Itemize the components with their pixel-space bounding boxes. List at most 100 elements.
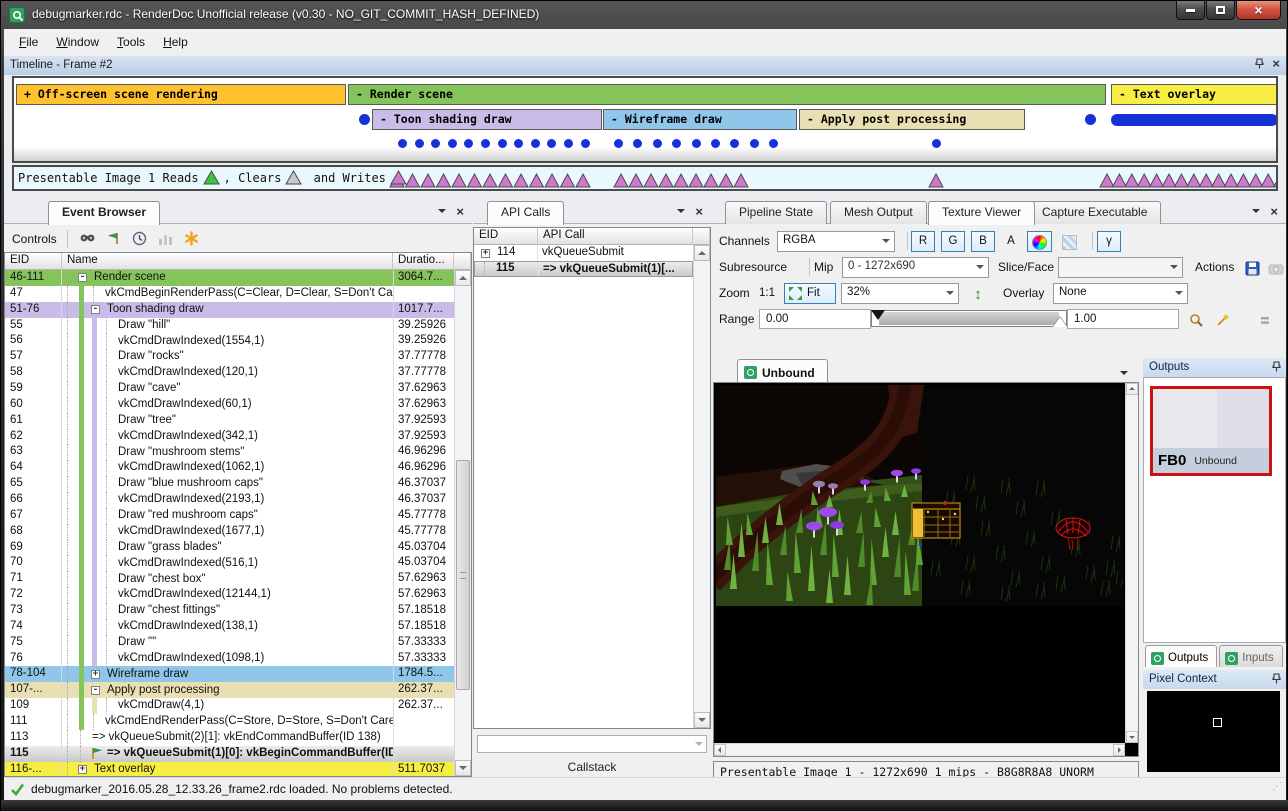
panel-menu-icon[interactable] <box>438 209 446 217</box>
save-icon[interactable] <box>1241 258 1263 278</box>
event-row[interactable]: 72vkCmdDrawIndexed(12144,1)57.62963 <box>5 587 454 603</box>
col-eid[interactable]: EID <box>5 253 62 270</box>
col-api-eid[interactable]: EID <box>474 228 538 245</box>
tab-event-browser[interactable]: Event Browser <box>48 201 160 225</box>
zoom-select[interactable]: 32% <box>841 283 959 304</box>
menu-file[interactable]: File <box>10 32 47 52</box>
col-api-call[interactable]: API Call <box>538 228 693 245</box>
pin-icon[interactable] <box>1272 361 1281 372</box>
pixel-context-view[interactable] <box>1147 691 1280 772</box>
event-row[interactable]: 58vkCmdDrawIndexed(120,1)37.77778 <box>5 365 454 381</box>
range-options-icon[interactable] <box>1254 310 1276 330</box>
col-name[interactable]: Name <box>62 253 393 270</box>
pin-icon[interactable] <box>1255 58 1264 69</box>
panel-menu-icon[interactable] <box>1252 209 1260 217</box>
event-row[interactable]: 64vkCmdDrawIndexed(1062,1)46.96296 <box>5 460 454 476</box>
channel-red-button[interactable]: R <box>911 231 935 252</box>
collapse-icon[interactable]: - <box>78 273 87 282</box>
find-event-icon[interactable] <box>78 230 98 248</box>
overlay-select[interactable]: None <box>1053 283 1188 304</box>
flip-y-icon[interactable]: ↕ <box>967 284 989 304</box>
col-duration[interactable]: Duratio... <box>393 253 454 270</box>
time-durations-icon[interactable] <box>130 230 150 248</box>
api-call-row[interactable]: +114vkQueueSubmit <box>474 245 693 261</box>
event-row[interactable]: 113=> vkQueueSubmit(2)[1]: vkEndCommandB… <box>5 730 454 746</box>
timeline-draw-dot[interactable] <box>415 139 424 148</box>
texture-image[interactable] <box>714 383 1125 743</box>
event-row[interactable]: 60vkCmdDrawIndexed(60,1)37.62963 <box>5 397 454 413</box>
range-white-handle[interactable] <box>1053 317 1067 327</box>
event-row[interactable]: 74vkCmdDrawIndexed(138,1)57.18518 <box>5 619 454 635</box>
jump-to-eid-icon[interactable] <box>104 230 124 248</box>
autofit-magnifier-icon[interactable] <box>1185 310 1207 330</box>
timeline-bar[interactable]: + Off-screen scene rendering <box>16 84 346 105</box>
timeline-draw-dot[interactable] <box>614 139 623 148</box>
timeline-draw-pill[interactable] <box>1111 114 1278 126</box>
api-calls-close-icon[interactable]: × <box>695 207 703 217</box>
event-row[interactable]: 62vkCmdDrawIndexed(342,1)37.92593 <box>5 429 454 445</box>
tab-pipeline-state[interactable]: Pipeline State <box>725 201 827 224</box>
event-row[interactable]: 61Draw "tree"37.92593 <box>5 413 454 429</box>
panel-menu-icon[interactable] <box>677 209 685 217</box>
event-row[interactable]: 111vkCmdEndRenderPass(C=Store, D=Store, … <box>5 714 454 730</box>
collapse-icon[interactable]: - <box>91 686 100 695</box>
tab-capture-executable[interactable]: Capture Executable <box>1028 201 1161 224</box>
tab-outputs[interactable]: Outputs <box>1145 645 1217 667</box>
api-call-row[interactable]: 115=> vkQueueSubmit(1)[... <box>474 261 693 277</box>
event-row[interactable]: 46-111-Render scene3064.7... <box>5 270 454 286</box>
event-row[interactable]: 67Draw "red mushroom caps"45.77778 <box>5 508 454 524</box>
slice-face-select[interactable] <box>1058 257 1183 278</box>
autofit-wand-icon[interactable] <box>1211 310 1233 330</box>
texture-viewer-close-icon[interactable]: × <box>1270 207 1278 217</box>
event-row[interactable]: 66vkCmdDrawIndexed(2193,1)46.37037 <box>5 492 454 508</box>
api-scrollbar[interactable] <box>693 245 710 728</box>
timeline-draw-dot[interactable] <box>711 139 720 148</box>
menu-window[interactable]: Window <box>47 32 108 52</box>
event-row[interactable]: 75Draw ""57.33333 <box>5 635 454 651</box>
range-black-handle[interactable] <box>871 310 885 320</box>
event-row[interactable]: 57Draw "rocks"37.77778 <box>5 349 454 365</box>
timeline-draw-dot[interactable] <box>481 139 490 148</box>
range-min-input[interactable]: 0.00 <box>759 309 871 329</box>
channel-alpha-button[interactable]: A <box>1001 231 1021 252</box>
close-button[interactable]: × <box>1236 1 1281 20</box>
event-row[interactable]: 76vkCmdDrawIndexed(1098,1)57.33333 <box>5 651 454 667</box>
menu-help[interactable]: Help <box>154 32 197 52</box>
mip-select[interactable]: 0 - 1272x690 <box>842 257 989 278</box>
event-row[interactable]: 59Draw "cave"37.62963 <box>5 381 454 397</box>
timeline-draw-dot[interactable] <box>564 139 573 148</box>
tab-inputs[interactable]: Inputs <box>1219 645 1282 667</box>
tab-texture-viewer[interactable]: Texture Viewer <box>928 201 1035 225</box>
event-row[interactable]: 107-...-Apply post processing262.37... <box>5 682 454 698</box>
expand-icon[interactable]: + <box>481 249 490 258</box>
channel-blue-button[interactable]: B <box>971 231 995 252</box>
channels-select[interactable]: RGBA <box>777 231 895 252</box>
event-row[interactable]: 116-...+Text overlay511.7037 <box>5 762 454 776</box>
timeline-draw-dot[interactable] <box>932 139 941 148</box>
event-row[interactable]: 63Draw "mushroom stems"46.96296 <box>5 444 454 460</box>
alpha-checker-button[interactable] <box>1057 231 1082 252</box>
event-row[interactable]: 47vkCmdBeginRenderPass(C=Clear, D=Clear,… <box>5 286 454 302</box>
timeline-bar[interactable]: - Render scene <box>348 84 1106 105</box>
timeline-draw-dot[interactable] <box>359 114 370 125</box>
event-row[interactable]: 78-104+Wireframe draw1784.5... <box>5 666 454 682</box>
resize-grip[interactable]: ⋰ <box>1272 781 1282 792</box>
timeline-draw-dot[interactable] <box>448 139 457 148</box>
event-row[interactable]: 109vkCmdDraw(4,1)262.37... <box>5 698 454 714</box>
color-wheel-button[interactable] <box>1027 231 1052 252</box>
timeline-draw-dot[interactable] <box>1085 114 1096 125</box>
event-row[interactable]: 73Draw "chest fittings"57.18518 <box>5 603 454 619</box>
zoom-fit-button[interactable]: Fit <box>784 283 836 304</box>
collapse-icon[interactable]: - <box>91 305 100 314</box>
tab-mesh-output[interactable]: Mesh Output <box>830 201 927 224</box>
event-scrollbar[interactable] <box>454 270 471 776</box>
timeline-draw-dot[interactable] <box>531 139 540 148</box>
event-row[interactable]: 115=> vkQueueSubmit(1)[0]: vkBeginComman… <box>5 746 454 762</box>
channel-green-button[interactable]: G <box>941 231 965 252</box>
gamma-button[interactable]: γ <box>1097 231 1121 252</box>
event-browser-close-icon[interactable]: × <box>456 207 464 217</box>
timeline-bar[interactable]: - Text overlay <box>1111 84 1278 105</box>
scrollbar-thumb[interactable] <box>456 460 470 690</box>
maximize-button[interactable] <box>1206 1 1235 20</box>
timeline-draw-dot[interactable] <box>692 139 701 148</box>
